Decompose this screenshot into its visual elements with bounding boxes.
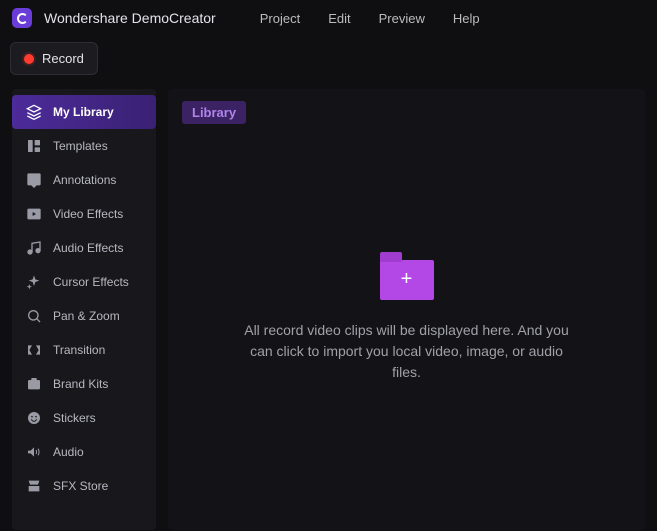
sidebar-item-audio[interactable]: Audio xyxy=(12,435,156,469)
tab-library[interactable]: Library xyxy=(182,101,246,124)
folder-tab-icon xyxy=(380,252,402,262)
sidebar-item-label: SFX Store xyxy=(53,479,108,493)
record-row: Record xyxy=(0,36,657,89)
sidebar-item-label: Pan & Zoom xyxy=(53,309,120,323)
sidebar-item-label: Transition xyxy=(53,343,105,357)
sidebar-item-label: Video Effects xyxy=(53,207,123,221)
sfx-store-icon xyxy=(26,478,42,494)
audio-effects-icon xyxy=(26,240,42,256)
sidebar: My Library Templates Annotations Video E… xyxy=(12,89,156,530)
template-icon xyxy=(26,138,42,154)
sidebar-item-label: Audio Effects xyxy=(53,241,124,255)
sidebar-item-sfx-store[interactable]: SFX Store xyxy=(12,469,156,503)
sidebar-item-my-library[interactable]: My Library xyxy=(12,95,156,129)
record-label: Record xyxy=(42,51,84,66)
sidebar-item-annotations[interactable]: Annotations xyxy=(12,163,156,197)
sidebar-item-label: Audio xyxy=(53,445,84,459)
app-logo-icon xyxy=(12,8,32,28)
record-button[interactable]: Record xyxy=(10,42,98,75)
sidebar-item-label: Stickers xyxy=(53,411,96,425)
sidebar-item-label: Templates xyxy=(53,139,108,153)
title-bar: Wondershare DemoCreator Project Edit Pre… xyxy=(0,0,657,36)
main-panel: Library All record video clips will be d… xyxy=(168,89,645,530)
stickers-icon xyxy=(26,410,42,426)
menu-help[interactable]: Help xyxy=(453,11,480,26)
transition-icon xyxy=(26,342,42,358)
import-folder-button[interactable] xyxy=(380,260,434,300)
sidebar-item-pan-zoom[interactable]: Pan & Zoom xyxy=(12,299,156,333)
menu-preview[interactable]: Preview xyxy=(379,11,425,26)
main-menu: Project Edit Preview Help xyxy=(260,11,480,26)
sidebar-item-templates[interactable]: Templates xyxy=(12,129,156,163)
menu-project[interactable]: Project xyxy=(260,11,300,26)
sidebar-item-transition[interactable]: Transition xyxy=(12,333,156,367)
record-dot-icon xyxy=(24,54,34,64)
sidebar-item-label: My Library xyxy=(53,105,114,119)
app-title: Wondershare DemoCreator xyxy=(44,10,216,26)
sidebar-item-label: Cursor Effects xyxy=(53,275,129,289)
library-empty-state: All record video clips will be displayed… xyxy=(182,124,631,518)
empty-state-text: All record video clips will be displayed… xyxy=(237,320,577,383)
pan-zoom-icon xyxy=(26,308,42,324)
audio-icon xyxy=(26,444,42,460)
cursor-effects-icon xyxy=(26,274,42,290)
annotation-icon xyxy=(26,172,42,188)
workspace: My Library Templates Annotations Video E… xyxy=(0,89,657,530)
sidebar-item-cursor-effects[interactable]: Cursor Effects xyxy=(12,265,156,299)
sidebar-item-audio-effects[interactable]: Audio Effects xyxy=(12,231,156,265)
video-effects-icon xyxy=(26,206,42,222)
sidebar-item-brand-kits[interactable]: Brand Kits xyxy=(12,367,156,401)
menu-edit[interactable]: Edit xyxy=(328,11,350,26)
sidebar-item-label: Brand Kits xyxy=(53,377,108,391)
sidebar-item-label: Annotations xyxy=(53,173,116,187)
sidebar-item-video-effects[interactable]: Video Effects xyxy=(12,197,156,231)
brand-kits-icon xyxy=(26,376,42,392)
sidebar-item-stickers[interactable]: Stickers xyxy=(12,401,156,435)
layers-icon xyxy=(26,104,42,120)
